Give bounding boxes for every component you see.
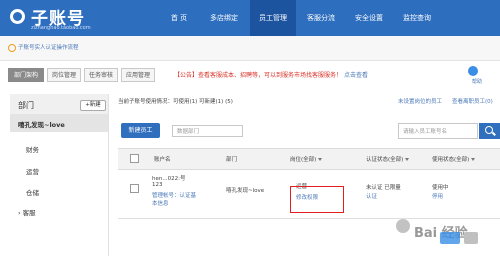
new-employee-button[interactable]: 新建员工 — [121, 123, 160, 138]
th-auth-label: 认证状态(全部) — [366, 157, 404, 163]
tab-app-management[interactable]: 应用管理 — [121, 68, 155, 82]
help-icon[interactable] — [468, 66, 478, 76]
employee-search-input[interactable]: 请输入员工账号名 — [398, 123, 478, 139]
back-to-top-icon[interactable] — [464, 232, 478, 244]
th-position[interactable]: 岗位(全部) — [290, 155, 323, 163]
brand-logo-icon — [10, 9, 25, 24]
th-use-label: 使用状态(全部) — [432, 157, 470, 163]
tab-task-review[interactable]: 任务审核 — [84, 68, 118, 82]
auth-link[interactable]: 认证 — [366, 192, 377, 200]
watermark-paw-icon — [396, 219, 410, 233]
th-auth-status[interactable]: 认证状态(全部) — [366, 155, 410, 163]
disable-link[interactable]: 停用 — [432, 192, 443, 200]
th-use-status[interactable]: 使用状态(全部) — [432, 155, 476, 163]
row-checkbox[interactable] — [130, 184, 139, 193]
tab-position-management[interactable]: 岗位管理 — [47, 68, 81, 82]
account-name: hen...022:号 — [152, 176, 186, 182]
row-auth-status: 未认证 已限量 — [366, 185, 401, 191]
unassigned-employees-link[interactable]: 未设置岗位的员工 — [398, 97, 442, 105]
sidebar-item-customer-service-label: 客服 — [22, 209, 36, 217]
department-sidebar: 部门 嘻孔发现~love 财务 运营 仓储 › 客服 — [10, 94, 109, 256]
row-use-status: 使用中 — [432, 185, 449, 191]
row-divider — [118, 218, 500, 219]
nav-multi-shop[interactable]: 多店绑定 — [202, 0, 246, 36]
announcement-link[interactable]: 点击查看 — [344, 72, 368, 79]
sidebar-title: 部门 — [18, 101, 34, 110]
row-department: 嘻孔发现~love — [226, 188, 265, 194]
nav-monitoring[interactable]: 监控查询 — [394, 0, 440, 36]
account-name-line2: 123 — [152, 182, 163, 188]
notice-icon — [8, 44, 16, 52]
filter-icon[interactable] — [318, 158, 323, 161]
nav-employee-management[interactable]: 员工管理 — [250, 0, 296, 36]
help-label[interactable]: 帮助 — [472, 78, 482, 85]
nav-security-settings[interactable]: 安全设置 — [346, 0, 392, 36]
account-detail-link[interactable]: 管理帐号：认证基本信息 — [152, 191, 200, 207]
account-usage-stats: 当前子账号使用情况：可使用(1) 可新建(1) (5) — [118, 99, 233, 105]
announcement: 【公告】查看客服成本、招聘等，可以到服务市场找客服服务！ 点击查看 — [174, 70, 368, 79]
search-icon[interactable] — [479, 123, 500, 139]
highlight-annotation — [290, 186, 344, 213]
filter-icon[interactable] — [471, 158, 476, 161]
department-select[interactable]: 数据部门 — [172, 125, 243, 137]
nav-home[interactable]: 首 页 — [162, 0, 196, 36]
tab-department-structure[interactable]: 部门架构 — [8, 68, 44, 82]
sidebar-item-operations[interactable]: 运营 — [26, 166, 39, 176]
sidebar-item-customer-service[interactable]: › 客服 — [18, 207, 36, 217]
select-all-checkbox[interactable] — [130, 154, 139, 163]
notice-link[interactable]: 子账号实人认证操作流程 — [18, 43, 79, 51]
resigned-employees-link[interactable]: 查看离职员工(0) — [452, 97, 493, 105]
th-position-label: 岗位(全部) — [290, 157, 317, 163]
new-department-button[interactable]: +新建 — [80, 100, 106, 111]
sidebar-item-finance[interactable]: 财务 — [26, 144, 39, 154]
sidebar-item-warehouse[interactable]: 仓储 — [26, 187, 39, 197]
brand-subtitle: zizhanghao.taobao.com — [31, 25, 91, 31]
th-department: 部门 — [226, 157, 238, 163]
nav-customer-service[interactable]: 客服分流 — [298, 0, 344, 36]
sidebar-item-root[interactable]: 嘻孔发现~love — [18, 119, 65, 129]
th-account: 账户名 — [154, 157, 171, 163]
filter-icon[interactable] — [405, 158, 410, 161]
announcement-text: 【公告】查看客服成本、招聘等，可以到服务市场找客服服务！ — [174, 72, 343, 79]
chat-icon[interactable] — [440, 232, 460, 244]
